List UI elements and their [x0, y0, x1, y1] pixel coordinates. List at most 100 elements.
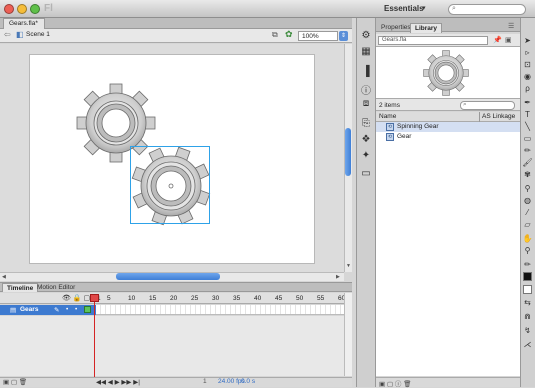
workspace-chevron-down-icon[interactable]: ▾ [422, 4, 426, 12]
ruler-label: 15 [149, 295, 157, 302]
zoom-window-button[interactable] [30, 4, 40, 14]
layer-column-icons[interactable]: 👁 🔒 ▢ [62, 294, 90, 302]
timeline-vertical-scrollbar[interactable] [344, 293, 352, 376]
timeline-status-bar [0, 377, 352, 387]
library-item-count: 2 items [379, 102, 400, 109]
stroke-color-swatch[interactable] [523, 272, 532, 281]
ruler-label: 40 [254, 295, 262, 302]
tab-motion-editor[interactable]: Motion Editor [33, 283, 79, 292]
workspace-switcher[interactable]: Essentials [384, 4, 424, 13]
column-linkage-header[interactable]: AS Linkage [482, 113, 515, 120]
tab-library[interactable]: Library [410, 23, 443, 33]
zoom-dropdown-button[interactable]: ⇕ [339, 31, 348, 41]
fill-color-swatch[interactable] [523, 285, 532, 294]
scene-label[interactable]: Scene 1 [26, 31, 50, 38]
minimize-window-button[interactable] [17, 4, 27, 14]
visibility-dot-icon[interactable]: • [66, 306, 68, 313]
snap-to-objects-icon[interactable]: ⋒ [522, 312, 533, 321]
movie-clip-symbol-icon: ⟲ [386, 133, 394, 141]
document-tab[interactable]: Gears.fla* [3, 18, 45, 29]
search-icon: ⌕ [463, 101, 467, 108]
color-panel-icon[interactable]: ⚙ [360, 30, 372, 41]
tab-properties[interactable]: Properties [377, 23, 415, 33]
new-layer-icon[interactable]: ▣ ▢ 🗑 [3, 378, 27, 386]
eyedropper-tool-icon[interactable]: ⁄ [522, 208, 533, 217]
bone-tool-icon[interactable]: ⚲ [522, 184, 533, 193]
current-frame-readout: 1 [203, 378, 207, 385]
library-list-empty-area [376, 142, 520, 376]
code-snippets-icon[interactable]: ⎘ [360, 118, 372, 129]
elapsed-time-readout: 0.0 s [241, 378, 256, 385]
lock-dot-icon[interactable]: • [75, 306, 77, 313]
pin-icon[interactable]: 📌 [493, 36, 502, 44]
scene-icon: ◧ [16, 30, 24, 39]
frames-grid[interactable] [96, 305, 344, 315]
ruler-label: 50 [296, 295, 304, 302]
selection-tool-icon[interactable]: ➤ [522, 36, 533, 45]
search-icon: ⌕ [452, 5, 456, 12]
new-library-icon[interactable]: ▣ [505, 36, 512, 44]
align-icon[interactable]: ▐ [360, 66, 372, 77]
library-item-label[interactable]: Gear [397, 133, 411, 140]
back-arrow-icon[interactable]: ⇦ [4, 30, 11, 39]
playback-controls[interactable]: ◀◀ ◀ ▶ ▶▶ ▶| [96, 378, 140, 386]
text-tool-icon[interactable]: T [522, 110, 533, 119]
edit-symbols-icon[interactable]: ⧉ [272, 30, 278, 40]
column-name-header[interactable]: Name [379, 113, 396, 120]
panel-menu-icon[interactable]: ☰ [508, 22, 514, 30]
rectangle-tool-icon[interactable]: ▭ [522, 134, 533, 143]
movie-clip-symbol-icon: ⟲ [386, 123, 394, 131]
stroke-color-icon: ✏ [524, 260, 531, 269]
ruler-label: 5 [107, 295, 111, 302]
gear-preview-image [423, 50, 469, 96]
playhead-marker[interactable] [90, 294, 99, 302]
subselection-tool-icon[interactable]: ▹ [522, 48, 533, 57]
edit-scene-icon[interactable]: ✿ [285, 29, 293, 40]
history-icon[interactable]: ▭ [360, 168, 372, 179]
column-divider[interactable] [479, 112, 480, 122]
info-icon[interactable]: ⓘ [360, 82, 372, 97]
transform-icon[interactable]: ⧈ [360, 98, 372, 109]
lasso-tool-icon[interactable]: ρ [522, 84, 533, 93]
zoom-tool-icon[interactable]: ⚲ [522, 246, 533, 255]
swatches-icon[interactable]: ▦ [360, 46, 372, 57]
document-tab-bar [0, 18, 352, 29]
outline-color-swatch[interactable] [84, 306, 91, 313]
swap-colors-icon[interactable]: ⇆ [522, 298, 533, 307]
straighten-icon[interactable]: ⋌ [522, 340, 533, 349]
deco-tool-icon[interactable]: ✾ [522, 170, 533, 179]
scroll-left-arrow-icon[interactable]: ◀ [2, 274, 6, 280]
help-search-input[interactable] [448, 4, 526, 15]
library-document-select[interactable]: Gears.fla [378, 36, 488, 45]
motion-presets-icon[interactable]: ✦ [360, 150, 372, 161]
pencil-tool-icon[interactable]: ✏ [522, 146, 533, 155]
ruler-label: 45 [275, 295, 283, 302]
pencil-icon: ✎ [54, 307, 60, 314]
hand-tool-icon[interactable]: ✋ [522, 234, 533, 243]
paint-bucket-tool-icon[interactable]: ◍ [522, 196, 533, 205]
selection-bounding-box [130, 146, 210, 224]
ruler-label: 10 [128, 295, 136, 302]
brush-tool-icon[interactable]: 🖌 [522, 158, 533, 167]
smooth-icon[interactable]: ↯ [522, 326, 533, 335]
playhead-line[interactable] [94, 294, 95, 386]
line-tool-icon[interactable]: ╲ [522, 122, 533, 131]
3d-rotation-tool-icon[interactable]: ◉ [522, 72, 533, 81]
layer-page-icon: ▤ [10, 307, 17, 314]
ruler-label: 25 [191, 295, 199, 302]
zoom-field[interactable]: 100% [298, 31, 338, 41]
free-transform-tool-icon[interactable]: ⊡ [522, 60, 533, 69]
pen-tool-icon[interactable]: ✒ [522, 98, 533, 107]
close-window-button[interactable] [4, 4, 14, 14]
library-search-input[interactable] [460, 101, 515, 110]
scroll-right-arrow-icon[interactable]: ▶ [336, 274, 340, 280]
components-icon[interactable]: ❖ [360, 134, 372, 145]
eraser-tool-icon[interactable]: ▱ [522, 220, 533, 229]
ruler-label: 55 [317, 295, 325, 302]
stage-vertical-scroll-thumb[interactable] [345, 128, 351, 176]
ruler-label: 35 [233, 295, 241, 302]
stage-horizontal-scroll-thumb[interactable] [116, 273, 220, 280]
scroll-down-arrow-icon[interactable]: ▼ [346, 263, 351, 269]
layer-name[interactable]: Gears [20, 306, 38, 313]
library-item-label[interactable]: Spinning Gear [397, 123, 439, 130]
